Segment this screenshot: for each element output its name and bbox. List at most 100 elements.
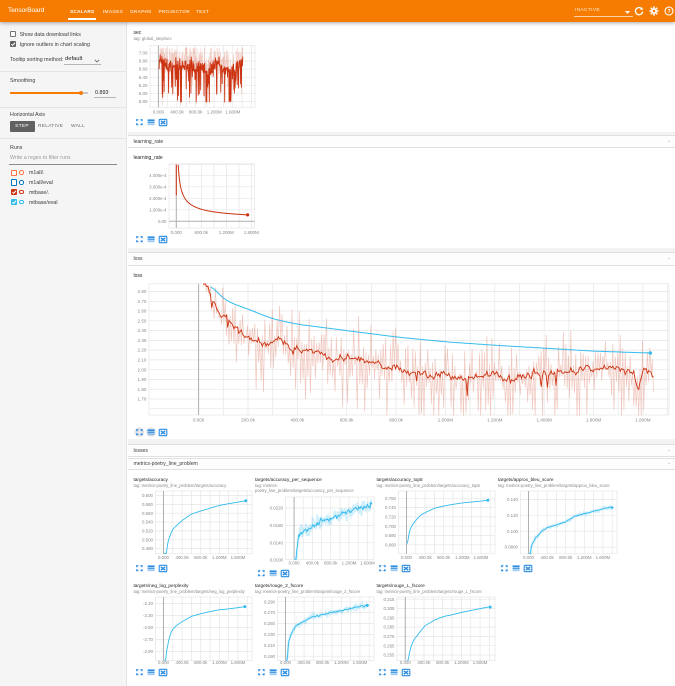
svg-text:800.0k: 800.0k <box>316 660 330 665</box>
svg-text:400.0k: 400.0k <box>417 660 431 665</box>
svg-text:0.315: 0.315 <box>384 596 396 601</box>
svg-text:1.70: 1.70 <box>138 397 147 402</box>
svg-text:800.0k: 800.0k <box>324 561 338 566</box>
svg-text:6.60: 6.60 <box>139 67 148 72</box>
svg-text:800.0k: 800.0k <box>559 554 573 559</box>
svg-text:1.200M: 1.200M <box>212 554 227 559</box>
svg-text:0.0100: 0.0100 <box>269 558 283 563</box>
svg-text:600.0k: 600.0k <box>340 418 354 423</box>
svg-text:0.250: 0.250 <box>264 621 276 626</box>
svg-text:1.000M: 1.000M <box>438 418 453 423</box>
svg-text:6.00: 6.00 <box>139 91 148 96</box>
svg-text:6.80: 6.80 <box>139 59 148 64</box>
svg-text:0.540: 0.540 <box>142 519 154 524</box>
svg-text:2.70: 2.70 <box>138 299 147 304</box>
svg-text:2.60: 2.60 <box>138 309 147 314</box>
svg-text:0.000: 0.000 <box>523 554 535 559</box>
svg-text:1.200M: 1.200M <box>219 230 234 235</box>
svg-text:1.600M: 1.600M <box>595 554 610 559</box>
svg-text:400.0k: 400.0k <box>176 554 190 559</box>
svg-text:1.200M: 1.200M <box>333 660 348 665</box>
svg-text:1.200M: 1.200M <box>212 660 227 665</box>
svg-text:1.600M: 1.600M <box>231 554 246 559</box>
svg-text:400.0k: 400.0k <box>419 554 433 559</box>
svg-text:0.230: 0.230 <box>264 632 276 637</box>
svg-text:-2.10: -2.10 <box>143 601 154 606</box>
svg-text:0.760: 0.760 <box>385 495 397 500</box>
svg-text:-2.70: -2.70 <box>143 637 154 642</box>
svg-text:0.680: 0.680 <box>385 533 397 538</box>
svg-text:1.200M: 1.200M <box>341 561 356 566</box>
svg-text:0.000: 0.000 <box>171 230 183 235</box>
svg-text:2.00: 2.00 <box>138 367 147 372</box>
svg-text:0.210: 0.210 <box>264 642 276 647</box>
svg-text:5.80: 5.80 <box>139 99 148 104</box>
svg-text:0.480: 0.480 <box>142 546 154 551</box>
svg-text:0.270: 0.270 <box>264 610 276 615</box>
svg-text:0.580: 0.580 <box>142 501 154 506</box>
svg-text:1.600M: 1.600M <box>474 554 489 559</box>
svg-text:1.800M: 1.800M <box>635 418 650 423</box>
svg-text:800.0k: 800.0k <box>389 418 403 423</box>
svg-text:1.600M: 1.600M <box>586 418 601 423</box>
svg-text:0.000: 0.000 <box>400 660 412 665</box>
svg-text:0.0800: 0.0800 <box>504 544 518 549</box>
svg-text:0.0180: 0.0180 <box>269 523 283 528</box>
svg-text:0.0220: 0.0220 <box>269 506 283 511</box>
svg-text:1.600M: 1.600M <box>473 660 488 665</box>
svg-text:0.265: 0.265 <box>384 643 396 648</box>
svg-text:7.00: 7.00 <box>139 51 148 56</box>
svg-text:1.90: 1.90 <box>138 377 147 382</box>
svg-text:1.600M: 1.600M <box>231 660 246 665</box>
svg-text:2.50: 2.50 <box>138 318 147 323</box>
svg-text:0.120: 0.120 <box>507 512 519 517</box>
svg-text:-2.30: -2.30 <box>143 613 154 618</box>
svg-text:2.30: 2.30 <box>138 338 147 343</box>
svg-text:0.190: 0.190 <box>264 653 276 658</box>
svg-text:400.0k: 400.0k <box>170 110 184 115</box>
svg-text:0.740: 0.740 <box>385 505 397 510</box>
svg-text:2.40: 2.40 <box>138 328 147 333</box>
svg-text:800.0k: 800.0k <box>437 554 451 559</box>
svg-text:400.0k: 400.0k <box>297 660 311 665</box>
svg-text:400.0k: 400.0k <box>305 561 319 566</box>
svg-text:0.140: 0.140 <box>507 496 519 501</box>
svg-text:800.0k: 800.0k <box>189 110 203 115</box>
svg-text:800.0k: 800.0k <box>194 554 208 559</box>
svg-text:400.0k: 400.0k <box>540 554 554 559</box>
svg-text:1.800M: 1.800M <box>244 230 259 235</box>
svg-text:0.720: 0.720 <box>385 514 397 519</box>
svg-text:1.200M: 1.200M <box>577 554 592 559</box>
svg-text:2.10: 2.10 <box>138 358 147 363</box>
svg-text:4.000e-4: 4.000e-4 <box>149 173 167 178</box>
svg-text:1.400M: 1.400M <box>537 418 552 423</box>
svg-text:6.40: 6.40 <box>139 75 148 80</box>
svg-text:0.285: 0.285 <box>384 624 396 629</box>
svg-text:6.20: 6.20 <box>139 83 148 88</box>
svg-text:1.200M: 1.200M <box>455 554 470 559</box>
svg-text:0.100: 0.100 <box>507 528 519 533</box>
svg-text:0.0140: 0.0140 <box>269 540 283 545</box>
svg-text:0.000: 0.000 <box>401 554 413 559</box>
svg-text:200.0k: 200.0k <box>241 418 255 423</box>
svg-text:1.000e-4: 1.000e-4 <box>149 207 167 212</box>
svg-text:-2.50: -2.50 <box>143 625 154 630</box>
svg-text:0.290: 0.290 <box>264 599 276 604</box>
svg-text:1.200M: 1.200M <box>454 660 469 665</box>
svg-text:1.600M: 1.600M <box>352 660 367 665</box>
svg-text:0.700: 0.700 <box>385 523 397 528</box>
svg-text:1.600M: 1.600M <box>225 110 240 115</box>
svg-text:0.000: 0.000 <box>280 660 292 665</box>
svg-text:0.305: 0.305 <box>384 606 396 611</box>
svg-text:0.000: 0.000 <box>158 660 170 665</box>
svg-text:0.275: 0.275 <box>384 634 396 639</box>
svg-text:0.600: 0.600 <box>142 493 154 498</box>
svg-text:800.0k: 800.0k <box>436 660 450 665</box>
svg-text:0.660: 0.660 <box>385 542 397 547</box>
svg-text:0.255: 0.255 <box>384 652 396 657</box>
svg-text:0.000: 0.000 <box>158 554 170 559</box>
svg-text:2.000e-4: 2.000e-4 <box>149 196 167 201</box>
svg-text:400.0k: 400.0k <box>290 418 304 423</box>
svg-text:0.00: 0.00 <box>158 219 167 224</box>
svg-text:800.0k: 800.0k <box>194 660 208 665</box>
